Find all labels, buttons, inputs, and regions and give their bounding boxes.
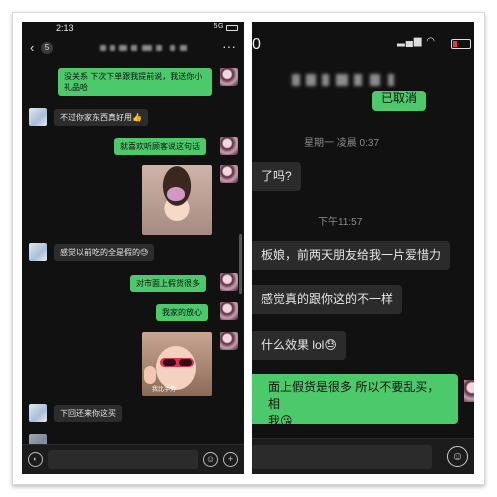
image-message-girl-heart[interactable] (142, 165, 212, 235)
message-bubble-sent[interactable]: 面上假货是很多 所以不要乱买，相 我😘 (252, 374, 458, 428)
voice-icon[interactable]: ◐ (28, 452, 43, 467)
back-icon[interactable]: ‹ (30, 40, 34, 55)
battery-icon (451, 39, 471, 49)
emoji-icon[interactable]: ☺ (447, 446, 468, 467)
avatar[interactable] (220, 273, 238, 291)
timestamp: 下午11:57 (318, 217, 363, 228)
image-message-girl-sunglasses[interactable]: 我比手势 (142, 332, 212, 396)
avatar[interactable] (220, 302, 238, 320)
message-bubble-received[interactable]: 不过你家东西真好用👍 (54, 109, 148, 126)
avatar[interactable] (29, 404, 47, 422)
message-bubble-received[interactable]: 感觉以前吃的全是假的😓 (54, 244, 155, 261)
avatar[interactable] (220, 332, 238, 350)
signal-indicator: 5G (213, 23, 224, 30)
chat-header: ‹ 5 ··· (22, 36, 244, 60)
image-caption: 我比手势 (152, 387, 177, 393)
unread-badge: 5 (41, 42, 53, 54)
timestamp: 星期一 凌晨 0:37 (304, 138, 380, 149)
message-bubble-sent[interactable]: 我家的放心 (156, 304, 208, 321)
signal-wifi-icon: ▂▄▆ ◠ (397, 36, 436, 47)
thumbs-up-hand (144, 366, 156, 384)
message-bubble-received[interactable]: 什么效果 lol😓 (252, 331, 346, 360)
blurred-contact-name (100, 45, 190, 52)
message-bubble-received[interactable]: 感觉真的跟你这的不一样 (252, 285, 403, 314)
message-bubble-sent[interactable]: 对市面上假货很多 (130, 275, 206, 292)
left-chat-screenshot: 2:13 5G ‹ 5 ··· 没关系 下次下单跟我提前说，我送你小礼品哈 不过… (22, 22, 244, 474)
message-bubble-sent[interactable]: 就喜欢听顾客说这句话 (114, 138, 206, 155)
status-time: 0 (252, 36, 261, 53)
message-bubble-received[interactable]: 了吗? (252, 162, 301, 191)
message-line-1: 面上假货是很多 所以不要乱买，相 (268, 380, 440, 411)
status-bar: 0 ▂▄▆ ◠ (252, 22, 474, 72)
right-chat-screenshot: 0 ▂▄▆ ◠ 已取消 星期一 凌晨 0:37 了吗? 下午11:57 板娘，前… (252, 22, 474, 474)
plus-icon[interactable]: + (223, 452, 238, 467)
avatar[interactable] (29, 243, 47, 261)
battery-icon (226, 25, 238, 31)
scrollbar[interactable] (239, 234, 242, 294)
more-options-icon[interactable]: ··· (222, 38, 236, 54)
blurred-contact-name (292, 74, 402, 88)
status-bar: 2:13 5G (22, 22, 244, 36)
message-bubble-received[interactable]: 板娘，前两天朋友给我一片爱惜力 (252, 241, 451, 270)
avatar[interactable] (220, 68, 238, 86)
message-line-2: 我😘 (268, 414, 293, 428)
avatar[interactable] (29, 108, 47, 126)
avatar[interactable] (220, 137, 238, 155)
input-bar: ☺ (252, 438, 474, 474)
message-bubble-sent[interactable]: 已取消 (372, 91, 427, 111)
input-bar: ◐ ☺ + (22, 444, 244, 474)
avatar[interactable] (464, 380, 474, 402)
message-bubble-received[interactable]: 下回还来你这买 (54, 405, 122, 422)
avatar[interactable] (220, 165, 238, 183)
heart-icon (167, 187, 185, 201)
message-bubble-sent[interactable]: 没关系 下次下单跟我提前说，我送你小礼品哈 (58, 68, 212, 96)
message-input[interactable] (252, 445, 432, 469)
message-input[interactable] (48, 450, 198, 469)
emoji-icon[interactable]: ☺ (203, 452, 218, 467)
status-time: 2:13 (56, 23, 74, 33)
